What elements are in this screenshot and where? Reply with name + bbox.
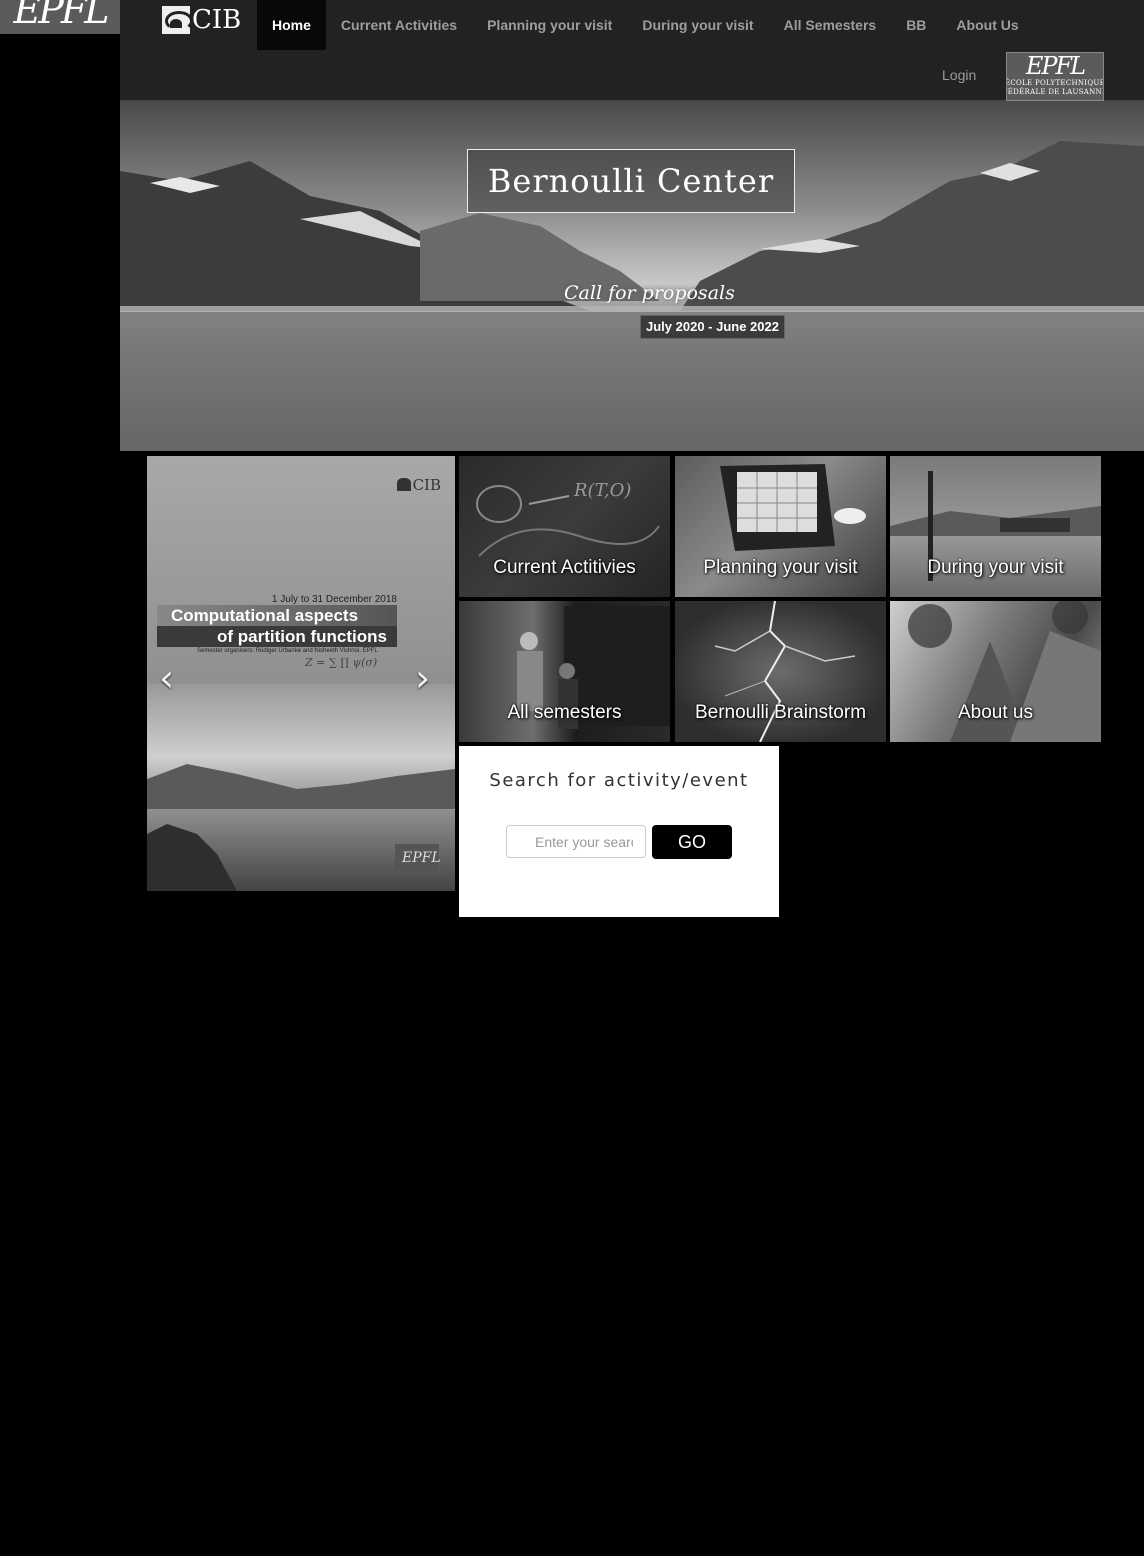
hero-title: Bernoulli Center bbox=[467, 149, 795, 213]
tile-all-semesters[interactable]: All semesters bbox=[459, 601, 670, 742]
tile-label: During your visit bbox=[927, 557, 1064, 578]
tile-bernoulli-brainstorm[interactable]: Bernoulli Brainstorm bbox=[675, 601, 886, 742]
poster-cib-logo: CIB bbox=[397, 476, 441, 494]
tile-label: Planning your visit bbox=[703, 557, 858, 578]
poster-title-line1: Computational aspects bbox=[157, 605, 397, 626]
cib-logo-icon bbox=[162, 6, 190, 34]
tile-label: Bernoulli Brainstorm bbox=[694, 702, 867, 723]
nav-item-planning-your-visit[interactable]: Planning your visit bbox=[472, 0, 627, 50]
search-panel: Search for activity/event GO bbox=[459, 746, 779, 917]
svg-text:EPFL: EPFL bbox=[401, 850, 441, 866]
sidebar-epfl-logo[interactable]: EPFL bbox=[0, 0, 120, 34]
epfl-badge-logo[interactable]: EPFL ÉCOLE POLYTECHNIQUE FÉDÉRALE DE LAU… bbox=[1006, 52, 1104, 101]
poster-title-line2: of partition functions bbox=[157, 626, 397, 647]
tile-current-activities[interactable]: R(T,O) Current Actitivies bbox=[459, 456, 670, 597]
search-input[interactable] bbox=[506, 825, 646, 858]
tile-label: Current Actitivies bbox=[493, 557, 636, 578]
hero-banner: Bernoulli Center Call for proposals July… bbox=[120, 101, 1144, 451]
brand-text: CIB bbox=[192, 5, 242, 35]
tile-label: All semesters bbox=[507, 702, 622, 723]
semester-carousel[interactable]: CIB 1 July to 31 December 2018 Computati… bbox=[147, 456, 455, 891]
nav-item-home[interactable]: Home bbox=[257, 0, 326, 50]
epfl-badge-mark: EPFL bbox=[1025, 52, 1086, 80]
hero-subtitle[interactable]: Call for proposals bbox=[564, 282, 735, 304]
top-navbar: CIB Home Current Activities Planning you… bbox=[120, 0, 1144, 101]
epfl-badge-line1: ÉCOLE POLYTECHNIQUE bbox=[1006, 79, 1104, 87]
tile-during-your-visit[interactable]: During your visit bbox=[890, 456, 1101, 597]
poster-title: Computational aspects of partition funct… bbox=[157, 605, 397, 647]
search-title: Search for activity/event bbox=[489, 770, 749, 791]
chevron-right-icon[interactable]: › bbox=[415, 656, 430, 700]
epfl-logo-text: EPFL bbox=[13, 0, 110, 32]
hero-date-badge: July 2020 - June 2022 bbox=[640, 315, 785, 339]
poster-organisers: Semester organisers: Rüdiger Urbanke and… bbox=[197, 648, 378, 654]
cib-brand-logo[interactable]: CIB bbox=[162, 5, 241, 35]
main-nav: Home Current Activities Planning your vi… bbox=[257, 0, 1034, 50]
tile-planning-your-visit[interactable]: Planning your visit bbox=[675, 456, 886, 597]
nav-item-current-activities[interactable]: Current Activities bbox=[326, 0, 472, 50]
go-button[interactable]: GO bbox=[652, 825, 732, 859]
nav-item-all-semesters[interactable]: All Semesters bbox=[769, 0, 892, 50]
login-link[interactable]: Login bbox=[927, 50, 991, 100]
nav-item-during-your-visit[interactable]: During your visit bbox=[627, 0, 768, 50]
poster-formula: Z = ∑ ∏ ψ(σ) bbox=[305, 656, 378, 669]
poster-dates: 1 July to 31 December 2018 bbox=[271, 594, 397, 605]
poster-lake-image: EPFL bbox=[147, 684, 455, 891]
poster-header: CIB 1 July to 31 December 2018 Computati… bbox=[147, 456, 455, 684]
epfl-badge-line2: FÉDÉRALE DE LAUSANNE bbox=[1006, 88, 1104, 96]
tile-about-us[interactable]: About us bbox=[890, 601, 1101, 742]
tile-label: About us bbox=[958, 702, 1033, 723]
svg-text:R(T,O): R(T,O) bbox=[573, 480, 631, 501]
nav-item-about-us[interactable]: About Us bbox=[941, 0, 1033, 50]
nav-item-bb[interactable]: BB bbox=[891, 0, 941, 50]
chevron-left-icon[interactable]: ‹ bbox=[159, 656, 174, 700]
